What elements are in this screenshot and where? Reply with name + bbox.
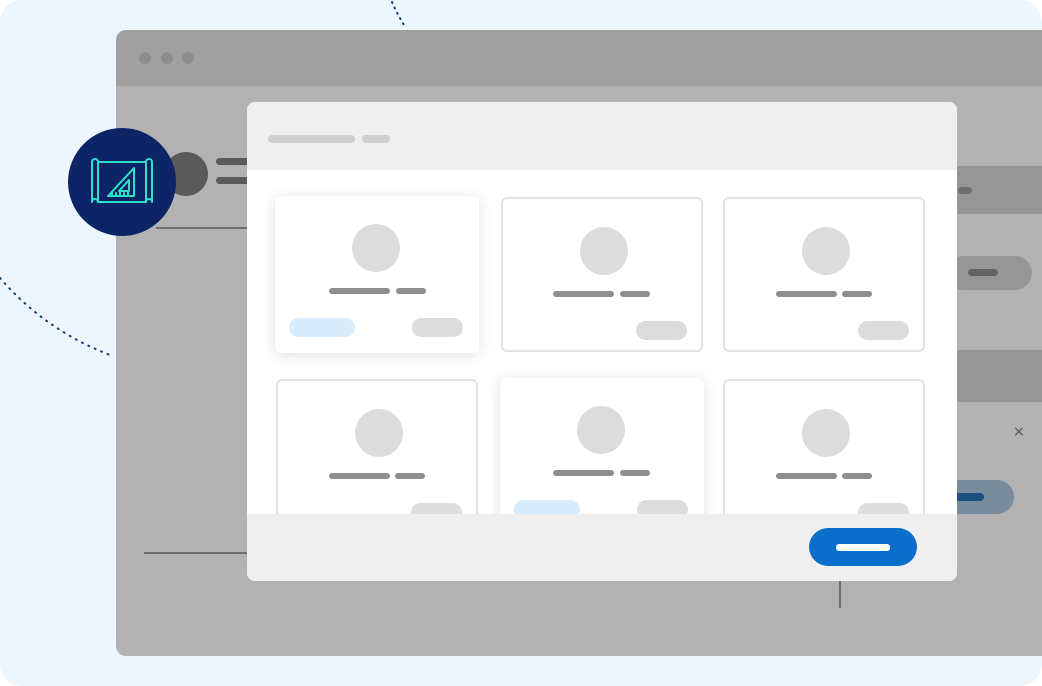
modal-footer bbox=[247, 514, 957, 581]
modal-title-placeholder bbox=[362, 135, 390, 143]
card-picker-modal bbox=[247, 102, 957, 581]
card-title-line bbox=[776, 473, 837, 479]
card-item[interactable] bbox=[276, 379, 478, 514]
card-action-button[interactable] bbox=[636, 321, 687, 340]
card-title-line bbox=[553, 291, 614, 297]
card-title-line bbox=[620, 291, 650, 297]
card-title-line bbox=[395, 473, 425, 479]
card-title-line bbox=[329, 473, 390, 479]
card-item[interactable] bbox=[723, 379, 925, 514]
modal-title-placeholder bbox=[268, 135, 355, 143]
selected-tag bbox=[289, 318, 355, 337]
card-avatar bbox=[577, 406, 625, 454]
card-action-button[interactable] bbox=[637, 500, 688, 514]
card-avatar bbox=[352, 224, 400, 272]
card-title-line bbox=[842, 473, 872, 479]
card-title-line bbox=[842, 291, 872, 297]
card-title-line bbox=[620, 470, 650, 476]
card-item[interactable] bbox=[723, 197, 925, 352]
card-action-button[interactable] bbox=[412, 318, 463, 337]
illustration-canvas: × bbox=[0, 0, 1042, 686]
card-title-line bbox=[329, 288, 390, 294]
card-avatar bbox=[355, 409, 403, 457]
card-item[interactable] bbox=[501, 197, 703, 352]
modal-header bbox=[247, 102, 957, 170]
card-action-button[interactable] bbox=[858, 321, 909, 340]
card-action-button[interactable] bbox=[411, 503, 462, 514]
card-avatar bbox=[580, 227, 628, 275]
card-avatar bbox=[802, 409, 850, 457]
card-action-button[interactable] bbox=[858, 503, 909, 514]
confirm-button[interactable] bbox=[809, 528, 917, 566]
card-title-line bbox=[776, 291, 837, 297]
card-title-line bbox=[553, 470, 614, 476]
card-title-line bbox=[396, 288, 426, 294]
card-item[interactable] bbox=[275, 196, 479, 353]
card-grid bbox=[247, 170, 957, 514]
confirm-button-label bbox=[836, 544, 890, 551]
feature-badge bbox=[68, 128, 176, 236]
card-avatar bbox=[802, 227, 850, 275]
blueprint-set-square-icon bbox=[91, 158, 153, 203]
card-item[interactable] bbox=[500, 378, 704, 514]
selected-tag bbox=[514, 500, 580, 514]
